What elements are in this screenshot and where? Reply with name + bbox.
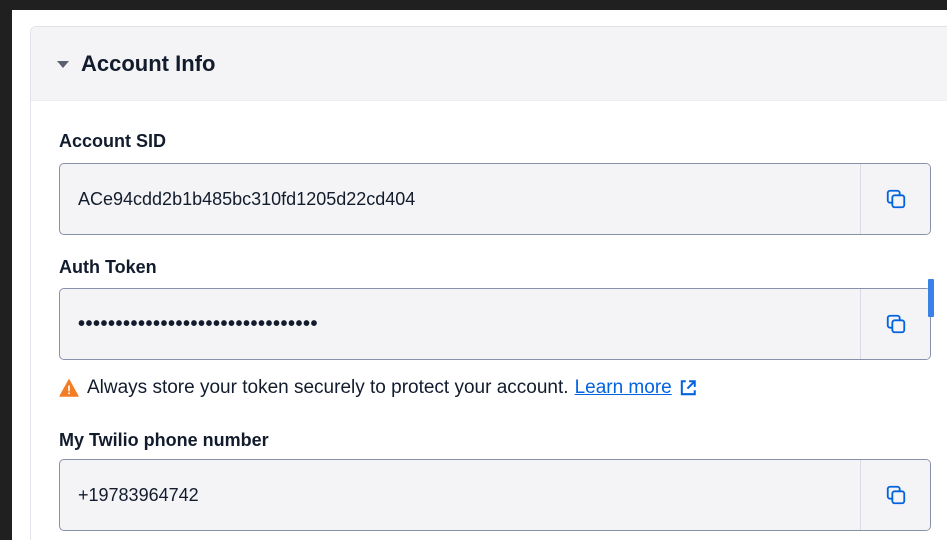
account-info-header[interactable]: Account Info (31, 27, 947, 101)
learn-more-link[interactable]: Learn more (575, 377, 672, 399)
phone-number-label: My Twilio phone number (59, 430, 269, 450)
copy-icon (886, 314, 905, 334)
auth-token-value[interactable]: •••••••••••••••••••••••••••••••• (60, 289, 860, 359)
account-sid-field: ACe94cdd2b1b485bc310fd1205d22cd404 (59, 163, 931, 235)
section-title: Account Info (81, 50, 216, 76)
warning-icon (59, 379, 79, 397)
auth-token-label: Auth Token (59, 257, 157, 277)
copy-icon (886, 485, 905, 505)
token-warning: Always store your token securely to prot… (59, 377, 706, 399)
scroll-indicator[interactable] (928, 279, 934, 317)
chevron-down-icon (57, 61, 69, 68)
account-sid-label: Account SID (59, 131, 167, 151)
external-link-icon[interactable] (678, 379, 698, 397)
phone-number-field: +19783964742 (59, 459, 931, 531)
content-panel: Account Info Account SID ACe94cdd2b1b485… (12, 10, 947, 540)
phone-number-value[interactable]: +19783964742 (60, 460, 860, 530)
auth-token-field: •••••••••••••••••••••••••••••••• (59, 288, 931, 360)
copy-auth-token-button[interactable] (860, 289, 930, 359)
account-info-card: Account Info Account SID ACe94cdd2b1b485… (30, 26, 947, 540)
account-sid-value[interactable]: ACe94cdd2b1b485bc310fd1205d22cd404 (60, 164, 860, 234)
copy-account-sid-button[interactable] (860, 164, 930, 234)
warning-text: Always store your token securely to prot… (87, 377, 569, 398)
copy-phone-number-button[interactable] (860, 460, 930, 530)
copy-icon (886, 189, 905, 209)
